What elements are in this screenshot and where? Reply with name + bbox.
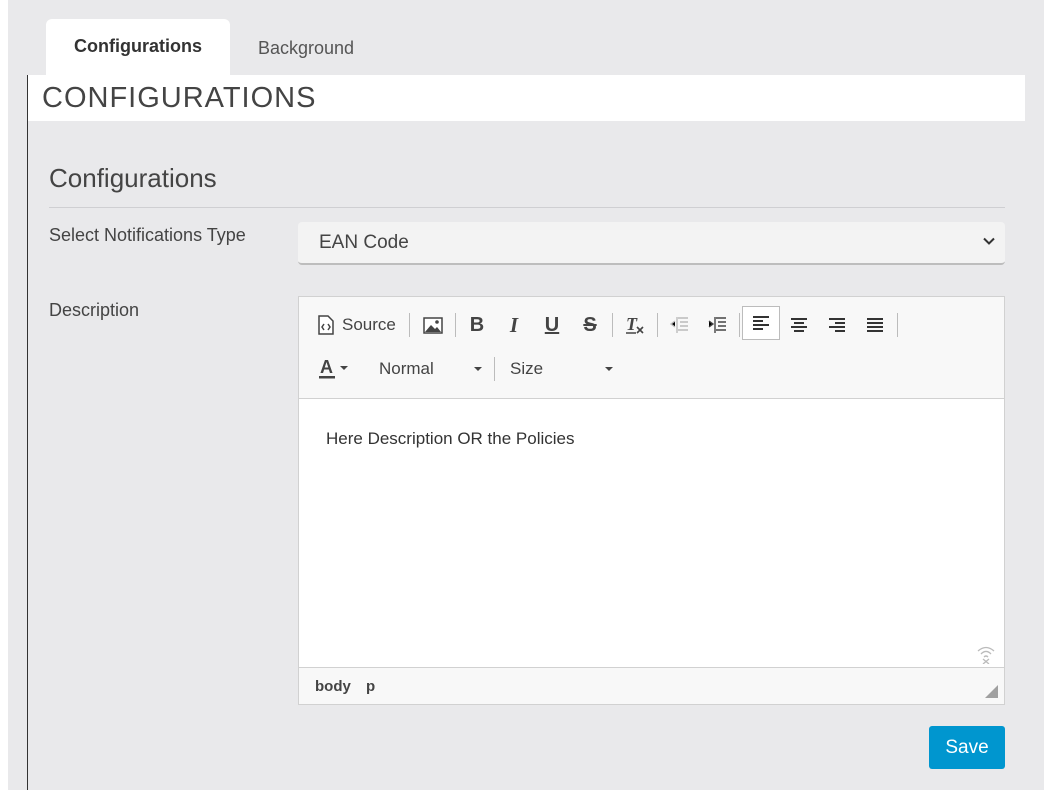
align-left-button[interactable] <box>742 306 780 340</box>
section-title: Configurations <box>49 163 217 193</box>
caret-down-icon <box>605 367 613 371</box>
italic-icon: I <box>509 312 519 337</box>
editor-text: Here Description OR the Policies <box>326 429 575 448</box>
image-icon <box>423 316 443 334</box>
italic-button[interactable]: I <box>501 309 527 341</box>
outdent-icon <box>669 317 688 333</box>
justify-button[interactable] <box>861 309 889 341</box>
page-title: CONFIGURATIONS <box>42 82 317 114</box>
save-button[interactable]: Save <box>929 726 1005 769</box>
toolbar-separator <box>897 313 898 337</box>
notification-type-select[interactable]: EAN Code <box>298 222 1005 265</box>
bold-icon: B <box>469 313 485 336</box>
source-icon <box>318 315 334 335</box>
align-right-button[interactable] <box>823 309 851 341</box>
section-divider <box>49 207 1005 208</box>
toolbar-separator <box>455 313 456 337</box>
format-combo[interactable]: Normal <box>379 353 487 385</box>
format-combo-value: Normal <box>379 359 434 378</box>
strikethrough-icon: S <box>583 313 597 336</box>
source-label: Source <box>342 315 396 334</box>
editor-content[interactable]: Here Description OR the Policies <box>326 429 574 449</box>
page-header: CONFIGURATIONS <box>28 75 1025 121</box>
toolbar-separator <box>494 357 495 381</box>
indent-button[interactable] <box>703 309 731 341</box>
rich-text-editor: Source B I U S T A Normal Size Here Desc… <box>298 296 1005 705</box>
underline-icon: U <box>544 313 560 336</box>
editor-statusbar: body p <box>299 667 1004 704</box>
notification-type-label: Select Notifications Type <box>49 225 246 245</box>
wifi-off-icon <box>977 646 995 664</box>
text-color-icon: A <box>319 358 348 379</box>
outdent-button[interactable] <box>665 309 693 341</box>
strikethrough-button[interactable]: S <box>577 309 603 341</box>
panel-left-border <box>27 75 28 790</box>
toolbar-separator <box>657 313 658 337</box>
bold-button[interactable]: B <box>464 309 490 341</box>
svg-text:A: A <box>320 358 333 377</box>
description-label: Description <box>49 300 140 320</box>
align-left-icon <box>753 316 769 330</box>
chevron-down-icon <box>983 237 995 245</box>
tab-background[interactable]: Background <box>230 19 382 75</box>
editor-toolbar: Source B I U S T A Normal Size <box>299 297 1004 399</box>
resize-handle[interactable] <box>985 685 998 698</box>
align-right-icon <box>829 318 845 332</box>
indent-icon <box>708 317 726 333</box>
tab-configurations[interactable]: Configurations <box>46 19 230 75</box>
source-button[interactable]: Source <box>317 309 401 341</box>
toolbar-separator <box>739 313 740 337</box>
caret-down-icon <box>474 367 482 371</box>
size-combo[interactable]: Size <box>510 353 618 385</box>
toolbar-separator <box>409 313 410 337</box>
underline-button[interactable]: U <box>539 309 565 341</box>
svg-text:T: T <box>626 314 638 334</box>
toolbar-separator <box>612 313 613 337</box>
path-body[interactable]: body <box>315 678 351 695</box>
align-center-icon <box>791 318 807 332</box>
remove-format-icon: T <box>626 314 644 334</box>
notification-type-value: EAN Code <box>319 232 409 253</box>
remove-format-button[interactable]: T <box>621 309 649 341</box>
path-p[interactable]: p <box>366 678 375 695</box>
text-color-button[interactable]: A <box>317 353 353 385</box>
size-combo-value: Size <box>510 359 544 378</box>
image-button[interactable] <box>419 309 447 341</box>
align-center-button[interactable] <box>785 309 813 341</box>
justify-icon <box>867 318 883 332</box>
